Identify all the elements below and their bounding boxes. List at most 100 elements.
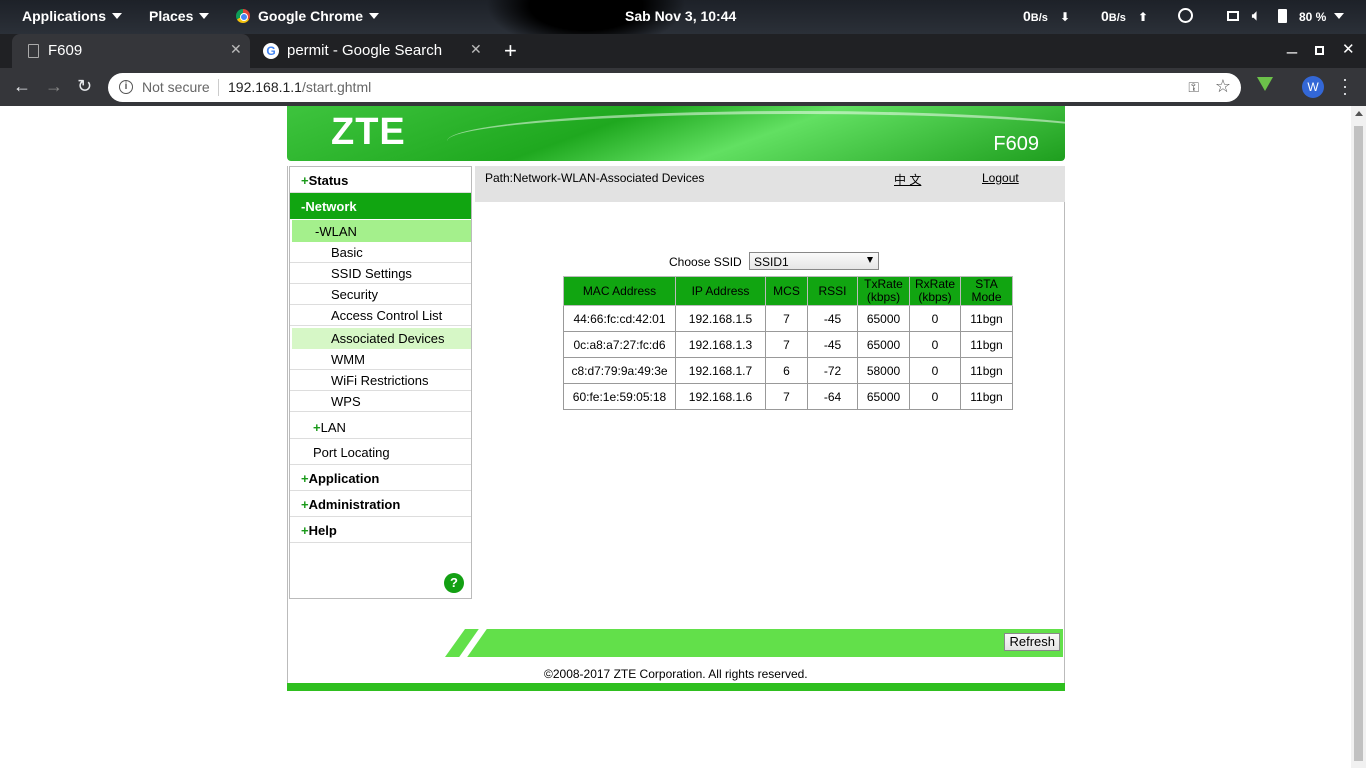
table-cell: 11bgn <box>960 383 1013 410</box>
maximize-icon[interactable] <box>1315 46 1324 55</box>
browser-toolbar: ← → ↻ i Not secure 192.168.1.1/start.ght… <box>0 68 1366 106</box>
table-cell: 7 <box>765 331 808 358</box>
language-link[interactable]: 中 文 <box>894 171 921 188</box>
expand-icon: + <box>301 173 309 188</box>
table-cell: 192.168.1.5 <box>675 305 766 332</box>
tab-f609[interactable]: F609 ✕ <box>12 34 250 68</box>
battery-icon[interactable] <box>1278 9 1287 23</box>
help-icon[interactable]: ? <box>444 573 464 593</box>
ssid-label: Choose SSID <box>669 255 742 269</box>
sidebar-item-wps[interactable]: WPS <box>290 391 471 412</box>
sidebar-item-wlan[interactable]: -WLAN <box>292 220 471 242</box>
chevron-down-icon <box>369 13 380 19</box>
footer-bar: Refresh <box>445 629 1063 657</box>
url-text[interactable]: 192.168.1.1/start.ghtml <box>228 79 371 95</box>
page-scrollbar[interactable] <box>1351 106 1366 768</box>
sidebar-item-associated-devices[interactable]: Associated Devices <box>292 328 471 349</box>
refresh-button[interactable]: Refresh <box>1004 633 1060 651</box>
zte-logo: ZTE <box>331 111 406 153</box>
omnibox-divider <box>218 79 219 96</box>
download-extension-icon[interactable] <box>1257 77 1273 91</box>
sidebar-item-basic[interactable]: Basic <box>290 242 471 263</box>
volume-icon[interactable]: 🔈︎ <box>1252 7 1260 24</box>
table-cell: 192.168.1.7 <box>675 357 766 384</box>
reload-icon[interactable]: ↻ <box>77 76 92 97</box>
table-cell: 0 <box>909 331 961 358</box>
sidebar-item-application[interactable]: +Application <box>290 465 471 491</box>
table-cell: 65000 <box>857 305 910 332</box>
table-cell: 0 <box>909 357 961 384</box>
chevron-down-icon <box>1334 13 1344 19</box>
sidebar-item-lan[interactable]: +LAN <box>290 414 471 439</box>
chrome-icon <box>236 9 250 23</box>
sidebar-item-administration[interactable]: +Administration <box>290 491 471 517</box>
steam-icon[interactable] <box>1178 8 1193 23</box>
router-frame: +Status -Network -WLAN Basic SSID Settin… <box>287 166 1065 691</box>
footer-bottom-line <box>287 683 1065 691</box>
places-menu[interactable]: Places <box>149 8 210 24</box>
table-cell: 58000 <box>857 357 910 384</box>
close-icon[interactable]: ✕ <box>230 41 242 58</box>
url-host: 192.168.1.1 <box>228 79 302 95</box>
not-secure-label[interactable]: Not secure <box>142 79 210 95</box>
tab-title: F609 <box>48 42 83 59</box>
sidebar-item-wifi-restrictions[interactable]: WiFi Restrictions <box>290 370 471 391</box>
system-menu[interactable] <box>1328 8 1344 24</box>
sidebar-item-ssid-settings[interactable]: SSID Settings <box>290 263 471 284</box>
sidebar-item-access-control-list[interactable]: Access Control List <box>290 305 471 326</box>
table-cell: 6 <box>765 357 808 384</box>
banner-swoosh <box>447 111 1065 161</box>
forward-icon[interactable]: → <box>45 76 63 97</box>
tab-permit-search[interactable]: G permit - Google Search ✕ <box>250 34 490 68</box>
scroll-up-icon[interactable] <box>1355 111 1363 116</box>
sidebar-item-label: Status <box>308 173 349 188</box>
places-label: Places <box>149 8 194 24</box>
table-row: 44:66:fc:cd:42:01 192.168.1.5 7 -45 6500… <box>563 305 1013 332</box>
table-cell: 7 <box>765 383 808 410</box>
sidebar-item-security[interactable]: Security <box>290 284 471 305</box>
new-tab-icon[interactable]: + <box>504 38 517 64</box>
model-name: F609 <box>993 133 1039 155</box>
profile-avatar[interactable]: W <box>1302 76 1324 98</box>
breadcrumb-bar: Path:Network-WLAN-Associated Devices 中 文… <box>475 166 1065 202</box>
sidebar-item-help[interactable]: +Help <box>290 517 471 543</box>
applications-menu[interactable]: Applications <box>22 8 123 24</box>
logout-link[interactable]: Logout <box>982 171 1019 185</box>
column-header: MCS <box>765 276 808 306</box>
battery-percent[interactable]: 80 % <box>1299 10 1326 24</box>
info-icon[interactable]: i <box>119 80 133 94</box>
sidebar-item-status[interactable]: +Status <box>290 167 471 193</box>
sidebar-item-port-locating[interactable]: Port Locating <box>290 439 471 465</box>
table-row: 0c:a8:a7:27:fc:d6 192.168.1.3 7 -45 6500… <box>563 331 1013 358</box>
table-cell: 7 <box>765 305 808 332</box>
active-app-menu[interactable]: Google Chrome <box>236 8 380 24</box>
close-window-icon[interactable]: ✕ <box>1342 40 1355 58</box>
sidebar-item-network[interactable]: -Network <box>290 193 471 219</box>
window-icon[interactable] <box>1227 11 1239 21</box>
url-path: /start.ghtml <box>301 79 372 95</box>
back-icon[interactable]: ← <box>13 76 31 97</box>
router-page: ZTE F609 +Status -Network -WLAN Basic SS… <box>287 106 1065 691</box>
sidebar-menu: +Status -Network -WLAN Basic SSID Settin… <box>289 166 472 599</box>
net-down-value: 0 <box>1023 8 1031 24</box>
star-icon[interactable]: ☆ <box>1215 76 1231 97</box>
dropdown-arrow-icon <box>867 257 873 263</box>
table-row: c8:d7:79:9a:49:3e 192.168.1.7 6 -72 5800… <box>563 357 1013 384</box>
expand-icon: + <box>301 471 309 486</box>
router-banner: ZTE F609 <box>287 106 1065 161</box>
sidebar-item-label: Administration <box>308 497 401 512</box>
arrow-up-icon: ⬆ <box>1138 10 1149 24</box>
ssid-select[interactable]: SSID1 <box>749 252 879 270</box>
minimize-icon[interactable]: _ <box>1287 34 1297 55</box>
copyright-text: ©2008-2017 ZTE Corporation. All rights r… <box>544 667 808 681</box>
address-bar[interactable]: i Not secure 192.168.1.1/start.ghtml ⚿ ☆ <box>108 73 1241 102</box>
table-cell: 192.168.1.3 <box>675 331 766 358</box>
scroll-thumb[interactable] <box>1354 126 1363 761</box>
sidebar-item-wmm[interactable]: WMM <box>290 349 471 370</box>
table-cell: 192.168.1.6 <box>675 383 766 410</box>
kebab-menu-icon[interactable]: · · · <box>1342 70 1348 102</box>
key-icon[interactable]: ⚿ <box>1188 79 1199 96</box>
close-icon[interactable]: ✕ <box>470 41 482 58</box>
chevron-down-icon <box>112 13 123 19</box>
clock[interactable]: Sab Nov 3, 10:44 <box>625 8 736 24</box>
